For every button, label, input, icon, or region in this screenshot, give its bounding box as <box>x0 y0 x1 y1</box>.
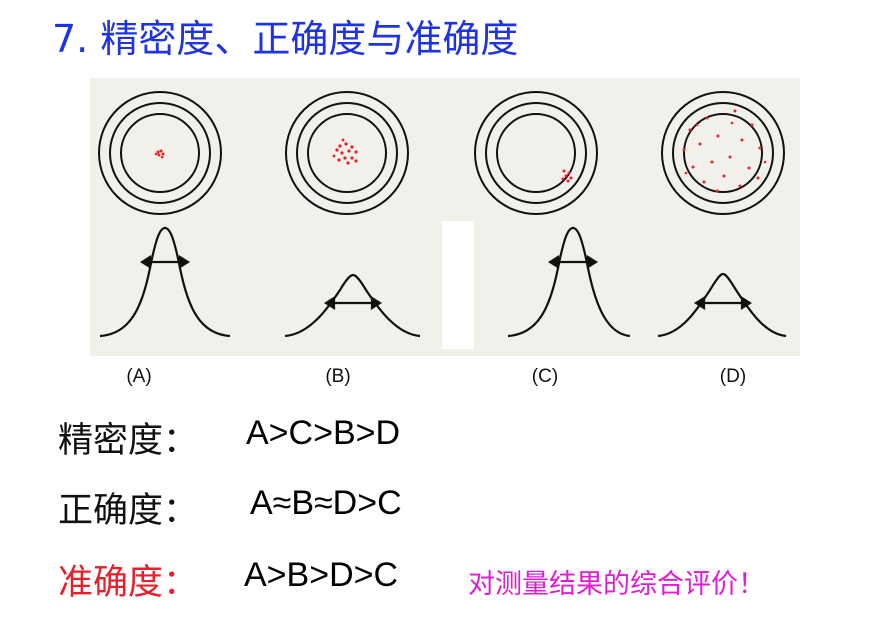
trueness-label: 正确度： <box>58 491 199 531</box>
accuracy-label: 准确度： <box>58 563 199 603</box>
target-b <box>285 91 409 215</box>
target-c <box>474 91 598 215</box>
precision-value: A>C>B>D <box>246 414 401 452</box>
target-d <box>661 91 785 215</box>
curve-a <box>99 226 231 338</box>
precision-label: 精密度： <box>58 421 199 461</box>
panel-label-d: (D) <box>719 366 747 387</box>
accuracy-value: A>B>D>C <box>244 556 399 594</box>
accuracy-note: 对测量结果的综合评价！ <box>468 569 765 600</box>
page-title: 7. 精密度、正确度与准确度 <box>52 17 519 61</box>
target-a-hits <box>154 149 165 159</box>
curve-b <box>284 273 421 338</box>
panel-label-a: (A) <box>126 366 152 387</box>
target-b-hits <box>332 138 358 165</box>
precision-accuracy-figure <box>90 78 800 356</box>
panel-label-b: (B) <box>325 366 351 387</box>
panel-label-c: (C) <box>531 366 559 387</box>
curve-c <box>507 226 631 338</box>
trueness-value: A≈B≈D>C <box>250 484 402 522</box>
curve-d <box>657 272 787 338</box>
figure-blank-gap <box>442 221 474 349</box>
target-a <box>98 91 222 215</box>
